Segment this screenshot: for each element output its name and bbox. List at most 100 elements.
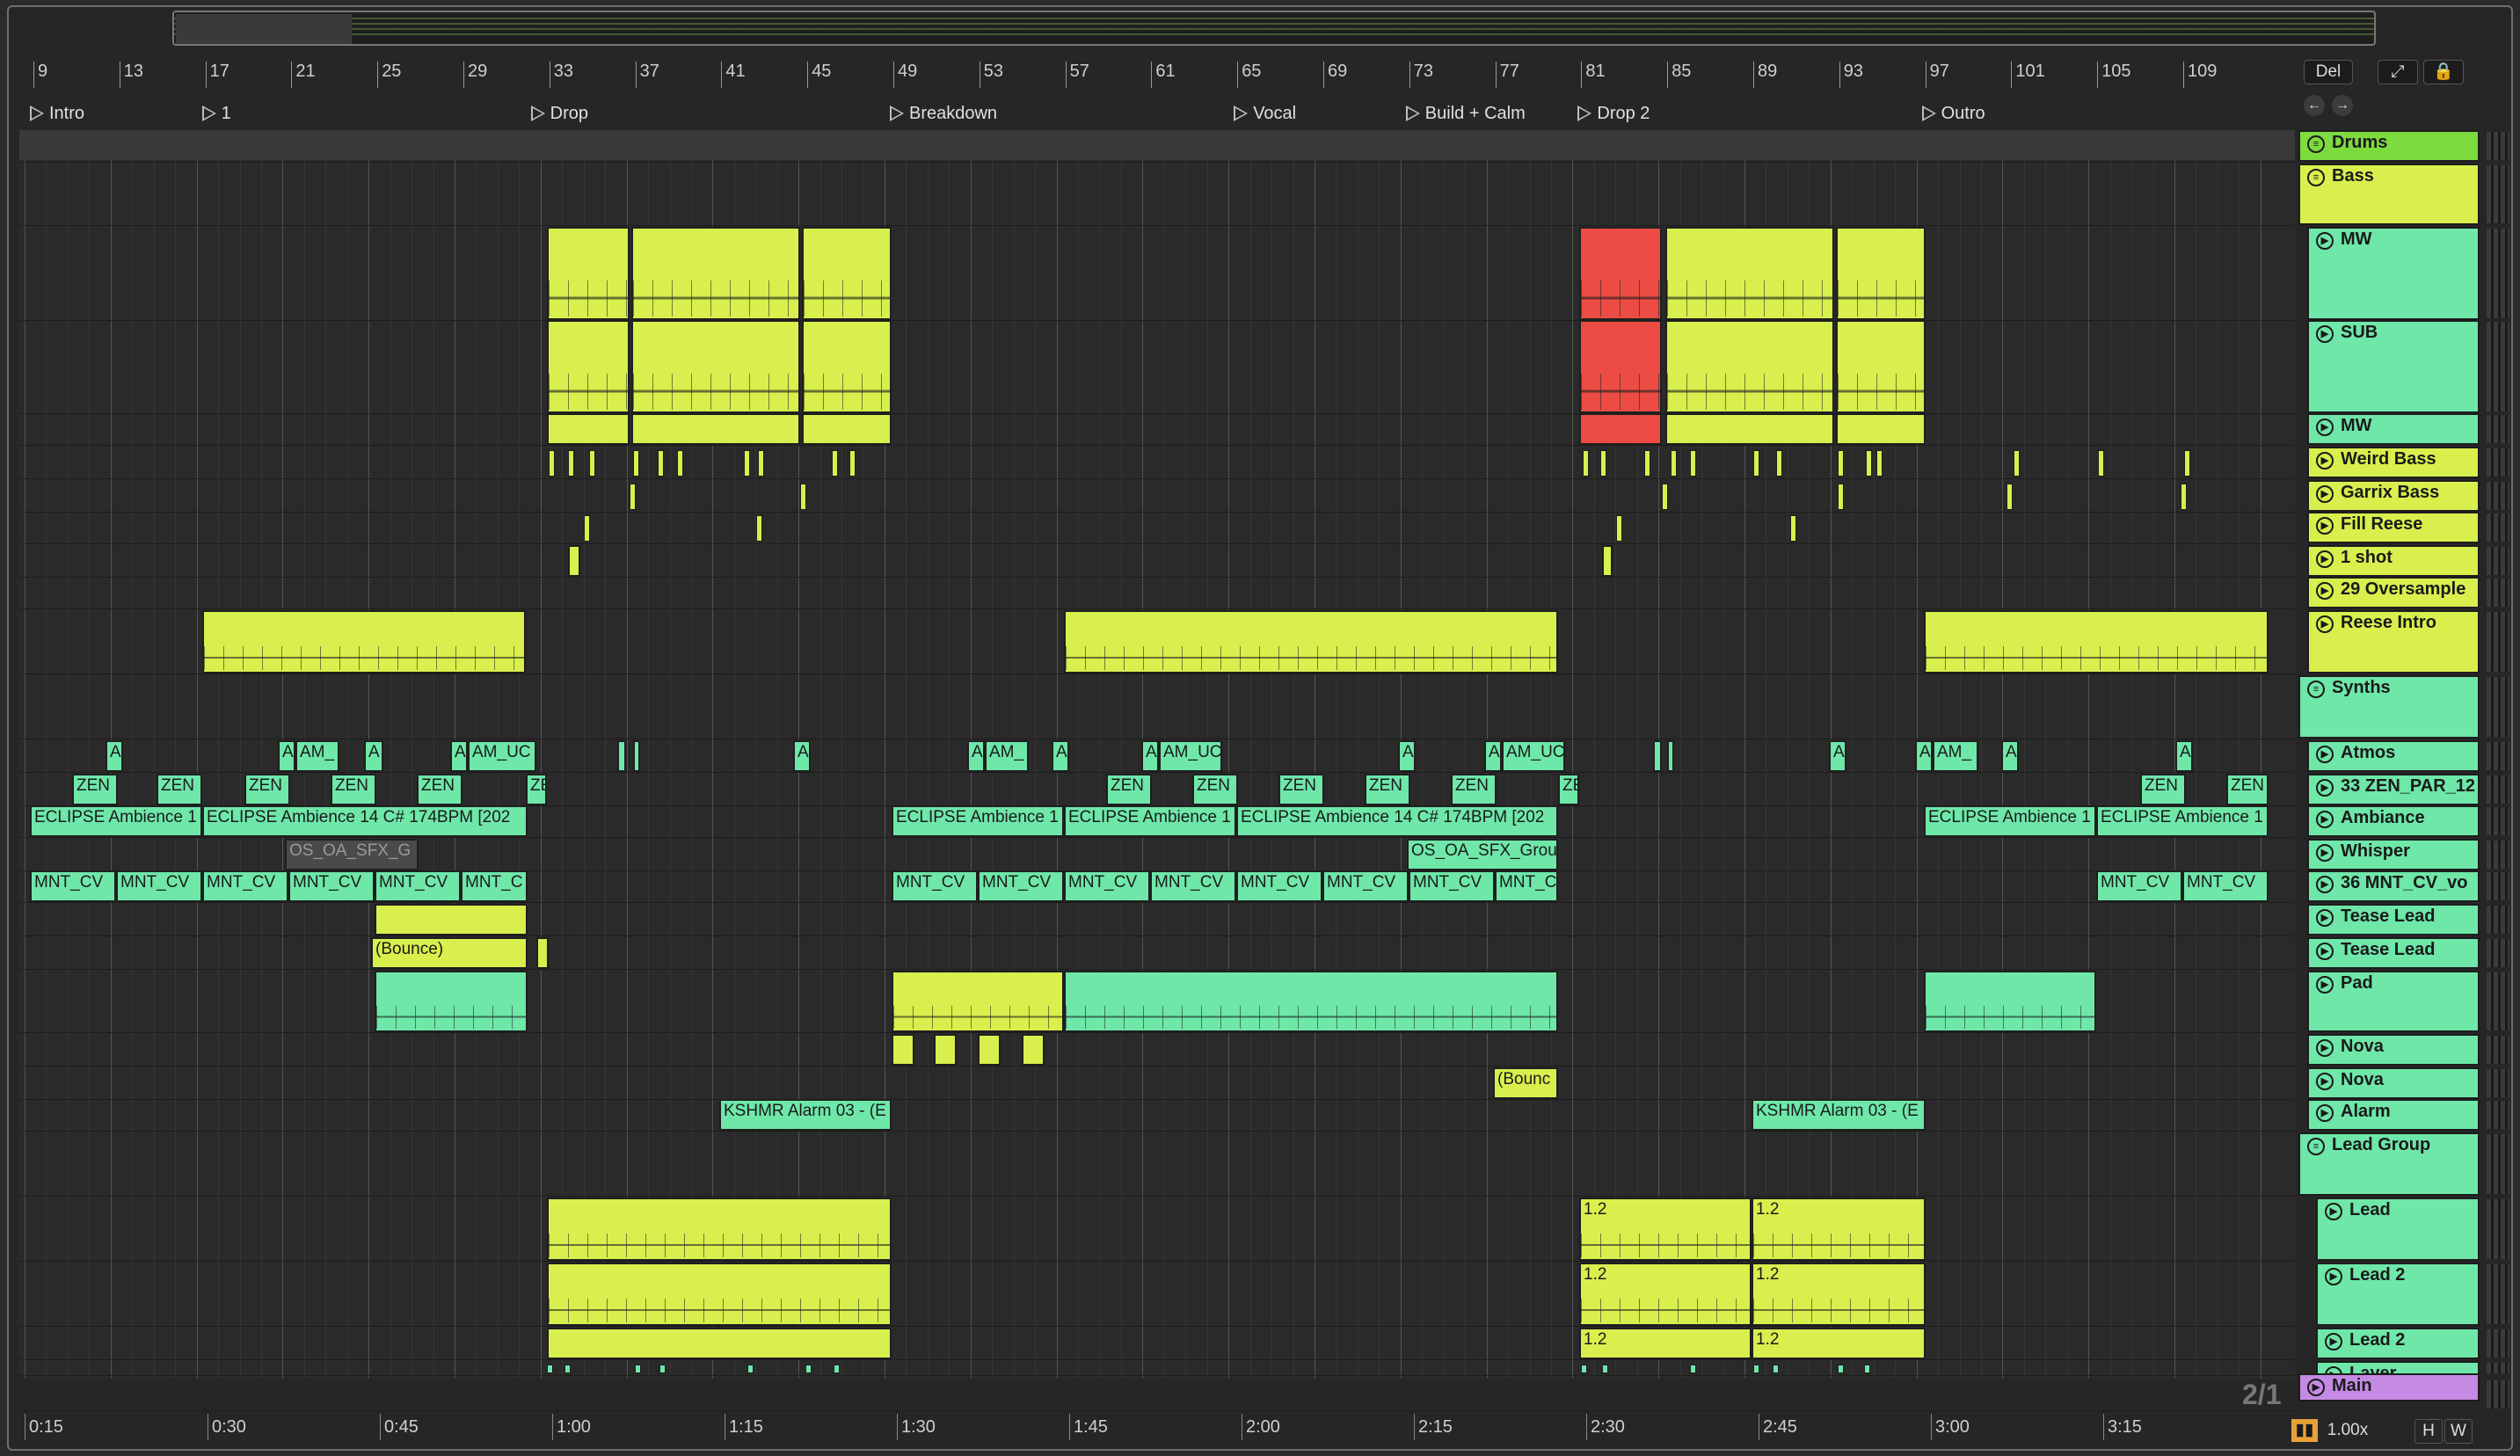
track-fold-icon[interactable]: ▶	[2316, 325, 2334, 343]
clip[interactable]: MNT_CV	[1236, 870, 1322, 902]
short-clip[interactable]	[635, 1365, 641, 1373]
short-clip[interactable]	[658, 450, 664, 477]
clip[interactable]: A	[278, 740, 295, 772]
track-fold-icon[interactable]: ▶	[2316, 485, 2334, 503]
short-clip[interactable]	[1583, 450, 1589, 477]
clip[interactable]	[633, 740, 640, 772]
clip[interactable]: ZEN	[72, 774, 118, 805]
track-fold-icon[interactable]: ▶	[2325, 1203, 2342, 1220]
clip[interactable]: MNT_CV	[1322, 870, 1409, 902]
clip[interactable]	[1665, 227, 1834, 320]
zoom-level[interactable]: 1.00x	[2320, 1419, 2376, 1442]
clip[interactable]	[1022, 1034, 1045, 1066]
short-clip[interactable]	[849, 450, 856, 477]
track-header[interactable]: ▶ Pad	[2307, 971, 2480, 1032]
clip[interactable]: MNT_CV	[2182, 870, 2269, 902]
track-header[interactable]: ▶ SUB	[2307, 320, 2480, 413]
clip[interactable]: MNT_CV	[2096, 870, 2182, 902]
clip[interactable]: A	[1398, 740, 1416, 772]
clip[interactable]	[536, 937, 549, 969]
clip[interactable]: MNT_CV	[202, 870, 288, 902]
clip[interactable]: A	[2175, 740, 2193, 772]
track-fold-icon[interactable]: ▶	[2325, 1268, 2342, 1285]
clip[interactable]	[568, 545, 580, 577]
clip[interactable]: 1.2	[1752, 1328, 1926, 1359]
clip[interactable]: A	[1484, 740, 1502, 772]
short-clip[interactable]	[756, 515, 762, 542]
short-clip[interactable]	[630, 484, 636, 510]
short-clip[interactable]	[584, 515, 590, 542]
clip[interactable]: ECLIPSE Ambience 1	[30, 805, 202, 837]
clip[interactable]	[547, 227, 630, 320]
arrow-right-icon[interactable]: →	[2332, 95, 2353, 116]
track-header[interactable]: ▶ Lead 2	[2316, 1263, 2480, 1326]
clip[interactable]: A	[2001, 740, 2019, 772]
clip[interactable]: AM_	[295, 740, 339, 772]
clip[interactable]: A	[1829, 740, 1846, 772]
locator[interactable]: Intro	[26, 102, 84, 125]
main-track-header[interactable]: ▶ Main	[2298, 1373, 2480, 1401]
clip[interactable]: MNT_CV	[116, 870, 202, 902]
track-header[interactable]: ▶ Fill Reese	[2307, 512, 2480, 543]
group-fold-icon[interactable]: ≡	[2307, 135, 2325, 153]
clip[interactable]	[1064, 971, 1558, 1032]
track-header[interactable]: ▶ Reese Intro	[2307, 610, 2480, 673]
time-ruler[interactable]: 0:15 0:30 0:45 1:00 1:15 1:30 1:45 2:00 2:15 2:30…	[18, 1414, 2295, 1440]
track-fold-icon[interactable]: ▶	[2316, 844, 2334, 862]
clip[interactable]: 1.2	[1579, 1263, 1752, 1326]
track-header[interactable]: ▶ Lead 2	[2316, 1328, 2480, 1359]
short-clip[interactable]	[1690, 450, 1696, 477]
overview-region[interactable]	[176, 14, 352, 44]
track-header[interactable]: ≡ Bass	[2298, 164, 2480, 225]
clip[interactable]	[934, 1034, 957, 1066]
track-fold-icon[interactable]: ▶	[2316, 1073, 2334, 1090]
short-clip[interactable]	[1866, 450, 1872, 477]
beat-ruler[interactable]: 9 13 17 21 25 29 33 37 41 45 49 53 57 61 65 69 73 77 81 85 8…	[18, 62, 2295, 88]
clip[interactable]	[1665, 320, 1834, 413]
clip[interactable]: MNT_CV	[1150, 870, 1236, 902]
clip[interactable]: ZEN	[526, 774, 547, 805]
clip[interactable]	[1579, 320, 1662, 413]
clip[interactable]: OS_OA_SFX_G	[285, 839, 419, 870]
short-clip[interactable]	[549, 450, 555, 477]
locator-flag-icon[interactable]	[1405, 106, 1420, 121]
track-header[interactable]: ▶ Tease Lead	[2307, 937, 2480, 969]
clip[interactable]	[802, 227, 892, 320]
short-clip[interactable]	[1776, 450, 1782, 477]
track-header[interactable]: ≡ Synths	[2298, 675, 2480, 739]
short-clip[interactable]	[1690, 1365, 1696, 1373]
clip[interactable]: AM_UC	[468, 740, 536, 772]
clip[interactable]: MNT_CV	[1064, 870, 1150, 902]
short-clip[interactable]	[633, 450, 639, 477]
locator[interactable]: Breakdown	[886, 102, 997, 125]
track-header[interactable]: ▶ MW	[2307, 413, 2480, 445]
short-clip[interactable]	[564, 1365, 571, 1373]
clip[interactable]: A	[1052, 740, 1069, 772]
track-header[interactable]: ≡ Drums	[2298, 130, 2480, 162]
locator[interactable]: 1	[199, 102, 231, 125]
clip[interactable]: ZEN	[331, 774, 376, 805]
track-header[interactable]: ▶ Tease Lead	[2307, 904, 2480, 935]
track-header[interactable]: ▶ Atmos	[2307, 740, 2480, 772]
clip[interactable]: AM_	[1933, 740, 1978, 772]
clip[interactable]	[631, 413, 800, 445]
short-clip[interactable]	[1838, 1365, 1844, 1373]
track-fold-icon[interactable]: ▶	[2316, 943, 2334, 960]
clip[interactable]	[1579, 413, 1662, 445]
short-clip[interactable]	[677, 450, 683, 477]
clip[interactable]: ZEN	[2226, 774, 2269, 805]
locator-flag-icon[interactable]	[890, 106, 904, 121]
locator[interactable]: Drop 2	[1574, 102, 1650, 125]
short-clip[interactable]	[1864, 1365, 1870, 1373]
arrangement-view[interactable]: A A AM_ A A AM_UC A A AM_ A A AM_UC A A AM_UC A A AM_ A A ZE…	[19, 130, 2295, 1411]
clip[interactable]	[547, 1198, 892, 1261]
clip[interactable]	[802, 413, 892, 445]
clip[interactable]: ECLIPSE Ambience 14 C# 174BPM [202	[1236, 805, 1558, 837]
clip[interactable]: (Bounce)	[371, 937, 528, 969]
locator[interactable]: Build + Calm	[1402, 102, 1526, 125]
clip[interactable]: AM_	[985, 740, 1029, 772]
locator-lane[interactable]: Intro 1 Drop Breakdown Vocal Build + Calm Drop…	[18, 102, 2295, 127]
clip[interactable]: A	[1141, 740, 1159, 772]
clip[interactable]: ZEN	[1365, 774, 1410, 805]
group-fold-icon[interactable]: ≡	[2307, 1138, 2325, 1155]
